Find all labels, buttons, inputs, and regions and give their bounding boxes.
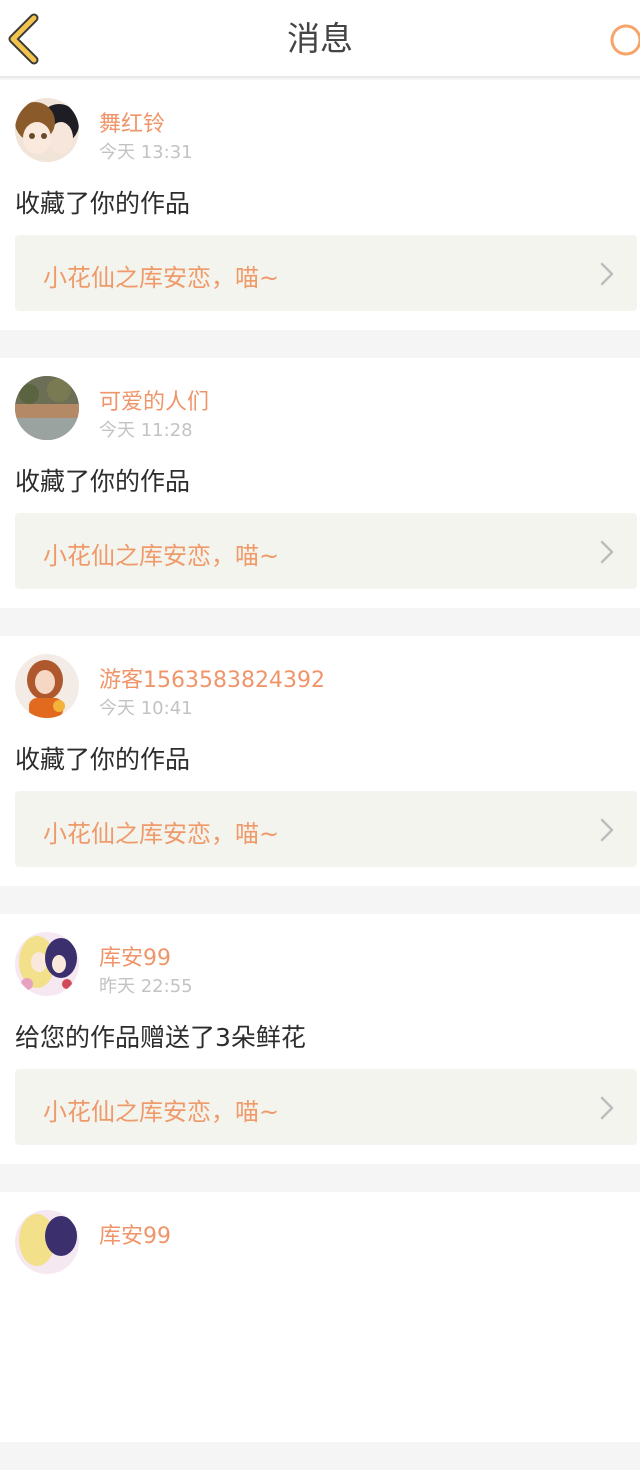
- avatar[interactable]: [15, 1210, 79, 1274]
- page-title: 消息: [287, 19, 353, 58]
- timestamp: 今天 10:41: [99, 698, 193, 719]
- chevron-right-icon: [599, 1095, 615, 1121]
- message-list: 舞红铃 今天 13:31 收藏了你的作品 小花仙之库安恋，喵~ 可爱的人们 今天…: [0, 80, 640, 1470]
- chevron-right-icon: [599, 261, 615, 287]
- work-title: 小花仙之库安恋，喵~: [43, 1098, 280, 1126]
- action-text: 给您的作品赠送了3朵鲜花: [15, 1023, 306, 1052]
- message-card: 游客1563583824392 今天 10:41 收藏了你的作品 小花仙之库安恋…: [0, 636, 640, 886]
- action-text: 收藏了你的作品: [15, 189, 191, 218]
- anime-couple-avatar-image: [15, 1210, 79, 1274]
- work-title: 小花仙之库安恋，喵~: [43, 542, 280, 570]
- girl-portrait-avatar-image: [15, 654, 79, 718]
- username[interactable]: 库安99: [99, 1218, 171, 1250]
- refresh-icon: [610, 24, 640, 56]
- work-title: 小花仙之库安恋，喵~: [43, 264, 280, 292]
- work-link[interactable]: 小花仙之库安恋，喵~: [15, 513, 637, 589]
- timestamp: 昨天 22:55: [99, 976, 193, 997]
- avatar[interactable]: [15, 98, 79, 162]
- chevron-right-icon: [599, 539, 615, 565]
- anime-couple-avatar-image: [15, 932, 79, 996]
- landscape-avatar-image: [15, 376, 79, 440]
- work-link[interactable]: 小花仙之库安恋，喵~: [15, 1069, 637, 1145]
- avatar[interactable]: [15, 654, 79, 718]
- refresh-button[interactable]: [606, 20, 640, 60]
- anime-girls-avatar-image: [15, 98, 79, 162]
- username[interactable]: 舞红铃: [99, 106, 165, 138]
- work-title: 小花仙之库安恋，喵~: [43, 820, 280, 848]
- top-nav-bar: 消息: [0, 0, 640, 78]
- avatar[interactable]: [15, 932, 79, 996]
- avatar[interactable]: [15, 376, 79, 440]
- chevron-right-icon: [599, 817, 615, 843]
- work-link[interactable]: 小花仙之库安恋，喵~: [15, 235, 637, 311]
- action-text: 收藏了你的作品: [15, 467, 191, 496]
- username[interactable]: 可爱的人们: [99, 384, 209, 416]
- work-link[interactable]: 小花仙之库安恋，喵~: [15, 791, 637, 867]
- message-card: 舞红铃 今天 13:31 收藏了你的作品 小花仙之库安恋，喵~: [0, 80, 640, 330]
- username[interactable]: 游客1563583824392: [99, 662, 325, 694]
- action-text: 收藏了你的作品: [15, 745, 191, 774]
- username[interactable]: 库安99: [99, 940, 171, 972]
- timestamp: 今天 13:31: [99, 142, 193, 163]
- timestamp: 今天 11:28: [99, 420, 193, 441]
- message-card: 库安99 昨天 22:55 给您的作品赠送了3朵鲜花 小花仙之库安恋，喵~: [0, 914, 640, 1164]
- message-card: 可爱的人们 今天 11:28 收藏了你的作品 小花仙之库安恋，喵~: [0, 358, 640, 608]
